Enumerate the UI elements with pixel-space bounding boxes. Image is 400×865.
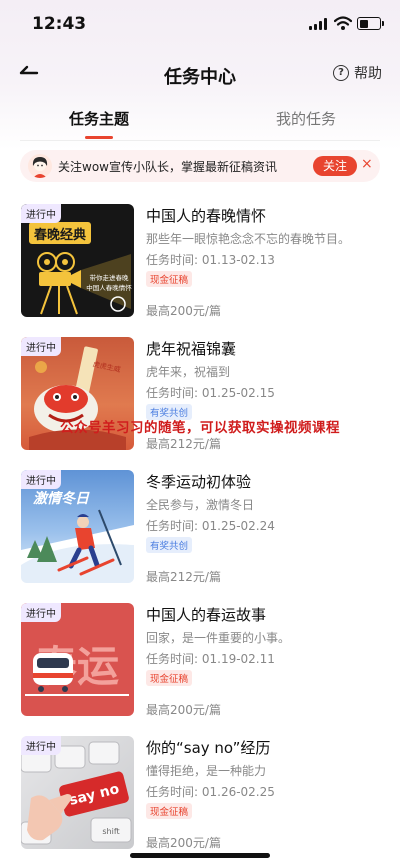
home-indicator: [130, 853, 270, 858]
tab-my-tasks[interactable]: 我的任务: [276, 108, 336, 129]
follow-banner: 关注wow宣传小队长，掌握最新征稿资讯 关注 ×: [20, 150, 380, 182]
task-date: 任务时间: 01.13-02.13: [146, 253, 275, 267]
banner-text: 关注wow宣传小队长，掌握最新征稿资讯: [58, 160, 277, 174]
task-price: 最高212元/篇: [146, 570, 221, 584]
help-label: 帮助: [354, 66, 382, 82]
task-card[interactable]: 进行中 虎虎生威 虎年祝福锦囊 虎年来，祝福到 任务时间: 01.25-02.1…: [0, 337, 400, 457]
task-description: 回家，是一件重要的小事。: [146, 631, 291, 645]
task-thumbnail: 进行中 春晚经典 带你走进春晚 中国人春晚情怀: [21, 204, 134, 317]
thumb-title: 春晚经典: [33, 227, 86, 243]
task-title: 中国人的春运故事: [146, 606, 267, 624]
thumb-title: 激情冬日: [33, 490, 90, 507]
wifi-icon: [334, 16, 352, 30]
task-tag: 现金征稿: [146, 271, 193, 287]
task-card[interactable]: 进行中 春运 中国人的春运故事 回家，是一件重要的小事。 任务时间: 01.19…: [0, 603, 400, 723]
task-title: 中国人的春晚情怀: [146, 207, 267, 225]
follow-button[interactable]: 关注: [313, 156, 357, 176]
status-time: 12:43: [32, 14, 87, 34]
task-date: 任务时间: 01.19-02.11: [146, 652, 275, 666]
tab-task-themes[interactable]: 任务主题: [69, 108, 129, 129]
status-badge: 进行中: [21, 204, 61, 223]
task-price: 最高212元/篇: [146, 437, 221, 451]
task-card[interactable]: 进行中 春晚经典 带你走进春晚 中国人春晚情怀 中国人的春晚情怀 那些年一眼惊艳…: [0, 204, 400, 324]
task-tag: 有奖共创: [146, 537, 193, 553]
task-description: 那些年一眼惊艳念念不忘的春晚节目。: [146, 232, 351, 246]
status-badge: 进行中: [21, 337, 61, 356]
svg-text:带你走进春晚: 带你走进春晚: [90, 273, 130, 282]
signal-icon: [309, 18, 329, 30]
task-title: 你的“say no”经历: [146, 739, 271, 757]
tab-divider: [20, 140, 380, 141]
task-date: 任务时间: 01.25-02.24: [146, 519, 275, 533]
svg-text:中国人春晚情怀: 中国人春晚情怀: [86, 283, 132, 292]
task-tag: 现金征稿: [146, 803, 193, 819]
tab-bar: 任务主题 我的任务: [0, 100, 400, 140]
nav-bar: 任务中心 ? 帮助: [0, 54, 400, 94]
task-thumbnail: 进行中 shift say no: [21, 736, 134, 849]
task-price: 最高200元/篇: [146, 304, 221, 318]
tab-active-indicator: [85, 136, 113, 139]
help-button[interactable]: ? 帮助: [333, 63, 382, 83]
task-title: 冬季运动初体验: [146, 473, 252, 491]
battery-icon: [357, 17, 384, 30]
task-thumbnail: 进行中 激情冬日: [21, 470, 134, 583]
question-icon: ?: [333, 65, 349, 81]
task-description: 虎年来，祝福到: [146, 365, 231, 379]
task-description: 全民参与，激情冬日: [146, 498, 255, 512]
status-badge: 进行中: [21, 736, 61, 755]
task-price: 最高200元/篇: [146, 836, 221, 850]
watermark-overlay-text: 公众号羊习习的随笔，可以获取实操视频课程: [60, 420, 340, 436]
avatar: [28, 154, 52, 178]
svg-text:shift: shift: [102, 827, 119, 836]
task-card[interactable]: 进行中 shift say no 你的“say no”经历 懂得拒绝，是一种能力…: [0, 736, 400, 856]
task-card[interactable]: 进行中 激情冬日 冬季运动初体验 全民参与，激情冬日 任务时间: 01.25-0…: [0, 470, 400, 590]
status-badge: 进行中: [21, 470, 61, 489]
task-title: 虎年祝福锦囊: [146, 340, 237, 358]
status-badge: 进行中: [21, 603, 61, 622]
task-date: 任务时间: 01.25-02.15: [146, 386, 275, 400]
task-thumbnail: 进行中 春运: [21, 603, 134, 716]
task-description: 懂得拒绝，是一种能力: [146, 764, 267, 778]
task-date: 任务时间: 01.26-02.25: [146, 785, 275, 799]
close-icon[interactable]: ×: [361, 156, 373, 172]
task-tag: 现金征稿: [146, 670, 193, 686]
thumb-title: 虎虎生威: [92, 359, 121, 374]
status-bar: 12:43: [0, 0, 400, 46]
task-price: 最高200元/篇: [146, 703, 221, 717]
